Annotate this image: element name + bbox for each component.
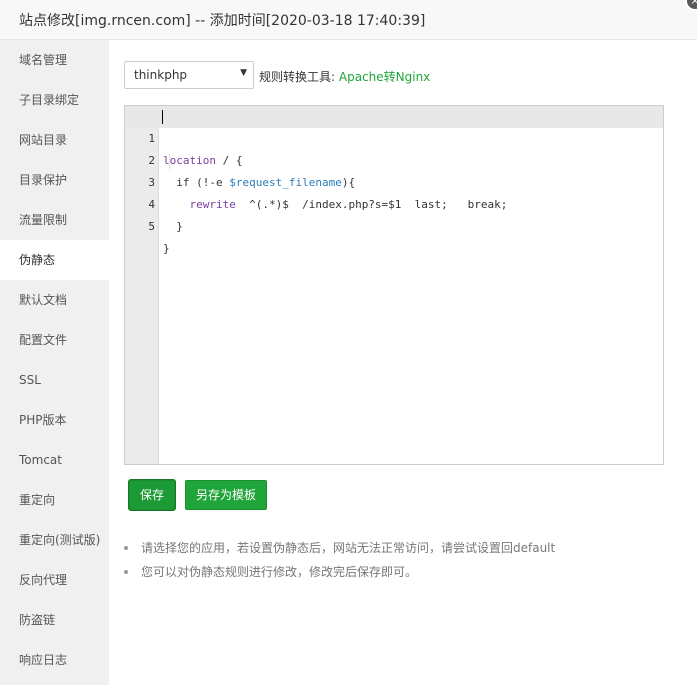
sidebar-item-subdir-binding[interactable]: 子目录绑定 <box>0 80 109 120</box>
converter-tool: 规则转换工具: Apache转Nginx <box>259 68 430 85</box>
sidebar-item-domain[interactable]: 域名管理 <box>0 40 109 80</box>
bullet-icon <box>124 570 128 574</box>
rewrite-template-value: thinkphp <box>134 68 188 82</box>
code-line: 4 } <box>125 172 663 233</box>
chevron-down-icon: ▼ <box>240 68 247 78</box>
code-text: } <box>163 220 183 233</box>
sidebar-item-hotlink-protect[interactable]: 防盗链 <box>0 600 109 640</box>
dialog-title: 站点修改[img.rncen.com] -- 添加时间[2020-03-18 1… <box>19 13 426 29</box>
sidebar-item-dir-protect[interactable]: 目录保护 <box>0 160 109 200</box>
sidebar-item-reverse-proxy[interactable]: 反向代理 <box>0 560 109 600</box>
code-line: 3 rewrite ^(.*)$ /index.php?s=$1 last; b… <box>125 150 663 211</box>
sidebar-item-config-file[interactable]: 配置文件 <box>0 320 109 360</box>
sidebar-item-php-version[interactable]: PHP版本 <box>0 400 109 440</box>
apache-to-nginx-link[interactable]: Apache转Nginx <box>339 70 430 84</box>
list-item: 请选择您的应用，若设置伪静态后，网站无法正常访问，请尝试设置回default <box>124 539 684 563</box>
converter-label: 规则转换工具: <box>259 70 336 84</box>
sidebar-item-ssl[interactable]: SSL <box>0 360 109 400</box>
text-cursor <box>162 110 163 124</box>
rewrite-code-editor[interactable]: 1 location / { 2 if (!-e $request_filena… <box>124 105 664 465</box>
code-line: 2 if (!-e $request_filename){ <box>125 128 663 189</box>
code-line: 5 } <box>125 194 663 255</box>
sidebar-item-rewrite[interactable]: 伪静态 <box>0 240 109 280</box>
tip-text: 您可以对伪静态规则进行修改，修改完后保存即可。 <box>141 565 418 579</box>
rewrite-panel: thinkphp ▼ 规则转换工具: Apache转Nginx 1 locati… <box>109 40 697 685</box>
sidebar-item-default-doc[interactable]: 默认文档 <box>0 280 109 320</box>
sidebar-item-response-log[interactable]: 响应日志 <box>0 640 109 680</box>
sidebar-item-tomcat[interactable]: Tomcat <box>0 440 109 480</box>
save-button[interactable]: 保存 <box>129 480 175 510</box>
bullet-icon <box>124 546 128 550</box>
save-as-template-button[interactable]: 另存为模板 <box>185 480 267 510</box>
dialog-titlebar: 站点修改[img.rncen.com] -- 添加时间[2020-03-18 1… <box>0 0 697 40</box>
indent-guide <box>169 154 170 170</box>
rewrite-template-select[interactable]: thinkphp ▼ <box>124 61 254 89</box>
tip-text: 请选择您的应用，若设置伪静态后，网站无法正常访问，请尝试设置回default <box>141 541 556 555</box>
code-text: } <box>163 242 170 255</box>
tips-list: 请选择您的应用，若设置伪静态后，网站无法正常访问，请尝试设置回default 您… <box>124 539 684 587</box>
line-number: 5 <box>148 220 155 233</box>
sidebar: 域名管理 子目录绑定 网站目录 目录保护 流量限制 伪静态 默认文档 配置文件 … <box>0 40 109 685</box>
sidebar-item-redirect-beta[interactable]: 重定向(测试版) <box>0 520 109 560</box>
sidebar-item-redirect[interactable]: 重定向 <box>0 480 109 520</box>
list-item: 您可以对伪静态规则进行修改，修改完后保存即可。 <box>124 563 684 587</box>
sidebar-item-traffic-limit[interactable]: 流量限制 <box>0 200 109 240</box>
code-line: 1 location / { <box>125 106 663 167</box>
sidebar-item-site-directory[interactable]: 网站目录 <box>0 120 109 160</box>
